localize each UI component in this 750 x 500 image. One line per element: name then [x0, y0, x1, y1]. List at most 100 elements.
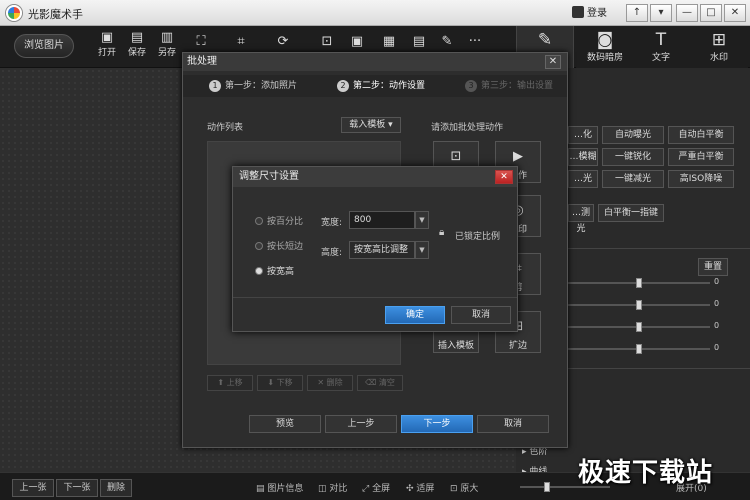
height-label: 高度:	[321, 248, 343, 258]
image-info-button[interactable]: ▤ 图片信息	[256, 481, 303, 494]
strong-white-balance-button[interactable]: 严重白平衡	[668, 148, 734, 166]
camera-icon: ◙	[596, 30, 614, 50]
action-list-label: 动作列表	[207, 123, 244, 133]
iso-denoise-button[interactable]: 高ISO降噪	[668, 170, 734, 188]
clear-actions-button[interactable]: ⌫ 清空	[357, 375, 403, 391]
next-image-button[interactable]: 下一张	[56, 479, 98, 497]
edit-icon: ✎	[537, 30, 553, 50]
reduce-light-button[interactable]: 一键减光	[602, 170, 664, 188]
save-icon: ▤	[130, 30, 144, 45]
open-icon: ▣	[100, 30, 114, 45]
resize-cancel-button[interactable]: 取消	[451, 306, 511, 324]
menu-button[interactable]: ▾	[650, 4, 672, 22]
prev-image-button[interactable]: 上一张	[12, 479, 54, 497]
play-icon: ▶	[513, 149, 523, 164]
app-logo-icon	[6, 5, 22, 21]
close-button[interactable]: ✕	[724, 4, 746, 22]
slider-value: 0	[714, 299, 720, 308]
resize-close-button[interactable]: ✕	[495, 170, 513, 184]
radio-percent[interactable]	[255, 217, 263, 225]
slider-value: 0	[714, 321, 720, 330]
lock-icon[interactable]: 🔒︎	[439, 227, 444, 238]
crop-icon[interactable]: ⛶	[192, 34, 210, 54]
ok-button[interactable]: 确定	[385, 306, 445, 324]
move-down-button[interactable]: ⬇ 下移	[257, 375, 303, 391]
blur-button[interactable]: …模糊	[568, 148, 598, 166]
tab-watermark[interactable]: ⊞ 水印	[690, 26, 748, 68]
slider-knob[interactable]	[636, 344, 642, 354]
pin-button[interactable]: ↑	[626, 4, 648, 22]
metering-button[interactable]: …测光	[568, 204, 594, 234]
divider	[568, 248, 750, 249]
slider-knob[interactable]	[636, 300, 642, 310]
slider-knob[interactable]	[636, 322, 642, 332]
sharpen-button[interactable]: 一键锐化	[602, 148, 664, 166]
fit-screen-button[interactable]: ✣ 适屏	[406, 481, 434, 494]
white-balance-picker-button[interactable]: 白平衡一指键	[598, 204, 664, 222]
more-button[interactable]: ···	[466, 34, 484, 54]
step-indicator: 1 第一步：添加照片 2 第二步：动作设置 3 第三步：输出设置	[183, 75, 567, 97]
batch-close-button[interactable]: ✕	[545, 55, 561, 69]
watermark-icon: ⊞	[711, 30, 727, 50]
maximize-button[interactable]: □	[700, 4, 722, 22]
app-title: 光影魔术手	[28, 8, 83, 21]
login-button[interactable]: 登录	[572, 4, 612, 22]
prev-step-button[interactable]: 上一步	[325, 415, 397, 433]
auto-white-balance-button[interactable]: 自动白平衡	[668, 126, 734, 144]
auto-exposure-button[interactable]: 自动曝光	[602, 126, 664, 144]
delete-action-button[interactable]: ✕ 删除	[307, 375, 353, 391]
original-size-button[interactable]: ⊡ 原大	[450, 481, 478, 494]
radio-long-short-edge[interactable]	[255, 242, 263, 250]
collage-icon[interactable]: ▦	[380, 34, 398, 54]
lock-ratio-label: 已锁定比例	[455, 232, 501, 242]
slider-value: 0	[714, 277, 720, 286]
height-field[interactable]: 按宽高比调整	[349, 241, 415, 259]
batch-cancel-button[interactable]: 取消	[477, 415, 549, 433]
rotate-icon[interactable]: ⟳	[274, 34, 292, 54]
title-bar: 光影魔术手 登录 ↑ ▾ — □ ✕	[0, 0, 750, 26]
delete-image-button[interactable]: 删除	[100, 479, 132, 497]
preview-button[interactable]: 预览	[249, 415, 321, 433]
divider	[568, 368, 750, 369]
site-watermark: 极速下载站	[578, 458, 714, 488]
tab-text[interactable]: T 文字	[632, 26, 690, 68]
next-step-button[interactable]: 下一步	[401, 415, 473, 433]
move-up-button[interactable]: ⬆ 上移	[207, 375, 253, 391]
open-button[interactable]: ▣ 打开	[94, 30, 120, 64]
brush-icon[interactable]: ✎	[438, 34, 456, 54]
frame-icon[interactable]: ⊡	[318, 34, 336, 54]
width-dropdown[interactable]: ▼	[415, 211, 429, 229]
minimize-button[interactable]: —	[676, 4, 698, 22]
divider	[233, 297, 517, 298]
save-as-button[interactable]: ▥ 另存	[154, 30, 180, 64]
slider-knob[interactable]	[636, 278, 642, 288]
print-icon[interactable]: ▤	[410, 34, 428, 54]
text-icon: T	[655, 30, 667, 50]
fullscreen-button[interactable]: ⤢ 全屏	[362, 481, 390, 494]
width-field[interactable]: 800	[349, 211, 415, 229]
user-icon	[572, 6, 584, 18]
resize-dialog-title: 调整尺寸设置	[233, 167, 517, 187]
save-button[interactable]: ▤ 保存	[124, 30, 150, 64]
browse-images-button[interactable]: 浏览图片	[14, 34, 74, 58]
light-button[interactable]: …光	[568, 170, 598, 188]
border-icon[interactable]: ▣	[348, 34, 366, 54]
width-label: 宽度:	[321, 218, 343, 228]
height-dropdown[interactable]: ▼	[415, 241, 429, 259]
tab-darkroom[interactable]: ◙ 数码暗房	[576, 26, 634, 68]
reset-button[interactable]: 重置	[698, 258, 728, 276]
radio-percent-label[interactable]: 按百分比	[267, 214, 303, 227]
radio-long-short-edge-label[interactable]: 按长短边	[267, 239, 303, 252]
save-as-icon: ▥	[160, 30, 174, 45]
step-1[interactable]: 1 第一步：添加照片	[209, 79, 297, 93]
cut-icon[interactable]: ⌗	[232, 34, 250, 54]
radio-width-height[interactable]	[255, 267, 263, 275]
step-2[interactable]: 2 第二步：动作设置	[337, 79, 425, 93]
step-3[interactable]: 3 第三步：输出设置	[465, 79, 553, 93]
add-action-label: 请添加批处理动作	[431, 123, 504, 133]
effect-button[interactable]: …化	[568, 126, 598, 144]
load-template-button[interactable]: 载入模板 ▾	[341, 117, 401, 133]
radio-width-height-label[interactable]: 按宽高	[267, 264, 294, 277]
compare-button[interactable]: ◫ 对比	[318, 481, 347, 494]
zoom-slider-knob[interactable]	[544, 482, 550, 492]
